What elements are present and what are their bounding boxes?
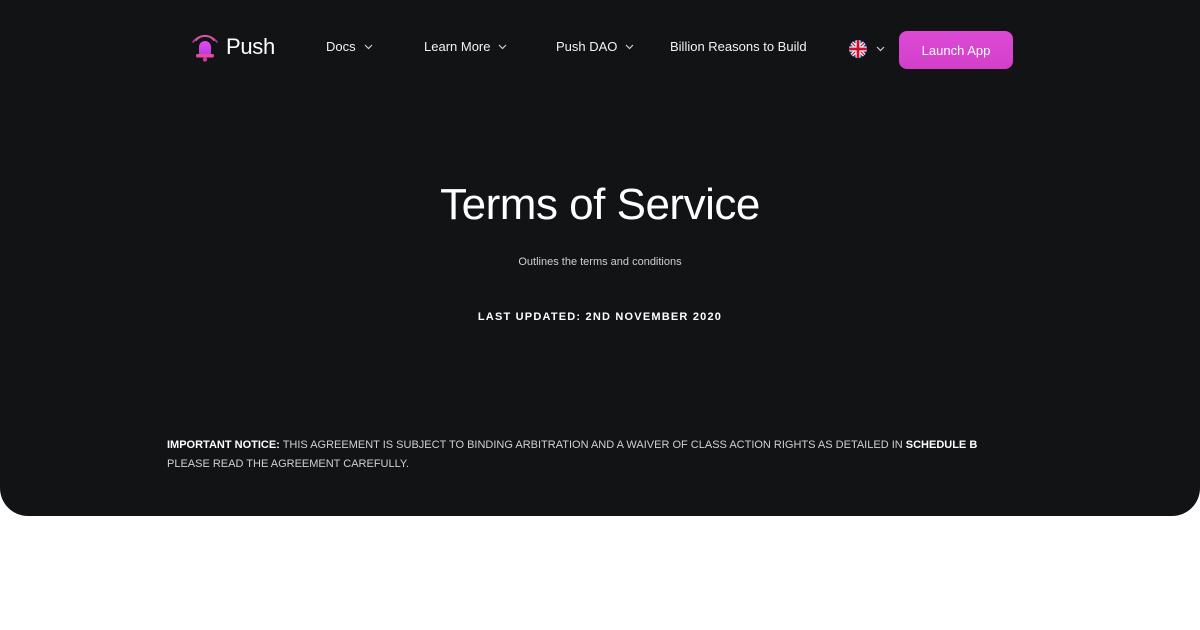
chevron-down-icon bbox=[499, 44, 507, 49]
last-updated-date: LAST UPDATED: 2ND NOVEMBER 2020 bbox=[477, 311, 723, 323]
page-subtitle: Outlines the terms and conditions bbox=[518, 256, 682, 268]
notice-line-2: PLEASE READ THE AGREEMENT CAREFULLY. bbox=[167, 458, 409, 470]
launch-app-button[interactable]: Launch App bbox=[899, 31, 1013, 69]
notice-body: THIS AGREEMENT IS SUBJECT TO BINDING ARB… bbox=[279, 439, 906, 451]
important-notice: IMPORTANT NOTICE: THIS AGREEMENT IS SUBJ… bbox=[167, 436, 1047, 474]
schedule-b-link[interactable]: SCHEDULE B bbox=[906, 439, 978, 451]
chevron-down-icon bbox=[625, 44, 634, 49]
nav-push-dao[interactable]: Push DAO bbox=[556, 39, 634, 54]
nav-learn-more-label: Learn More bbox=[424, 39, 491, 54]
uk-flag-icon bbox=[849, 40, 867, 58]
nav-learn-more[interactable]: Learn More bbox=[424, 39, 507, 54]
nav-push-dao-label: Push DAO bbox=[556, 39, 618, 54]
chevron-down-icon bbox=[876, 46, 885, 52]
nav-billion-reasons[interactable]: Billion Reasons to Build bbox=[670, 39, 807, 54]
page-title: Terms of Service bbox=[440, 180, 760, 229]
bell-icon bbox=[192, 34, 218, 62]
hero-section: Push Docs Learn More Push DAO Billion Re… bbox=[0, 0, 1200, 516]
nav-docs-label: Docs bbox=[326, 39, 356, 54]
brand-logo[interactable]: Push bbox=[190, 31, 275, 63]
nav-billion-reasons-label: Billion Reasons to Build bbox=[670, 39, 807, 54]
nav-docs[interactable]: Docs bbox=[326, 39, 373, 54]
chevron-down-icon bbox=[364, 44, 373, 49]
language-selector[interactable] bbox=[849, 40, 885, 58]
notice-lead: IMPORTANT NOTICE: bbox=[167, 439, 280, 451]
brand-name: Push bbox=[226, 34, 275, 59]
